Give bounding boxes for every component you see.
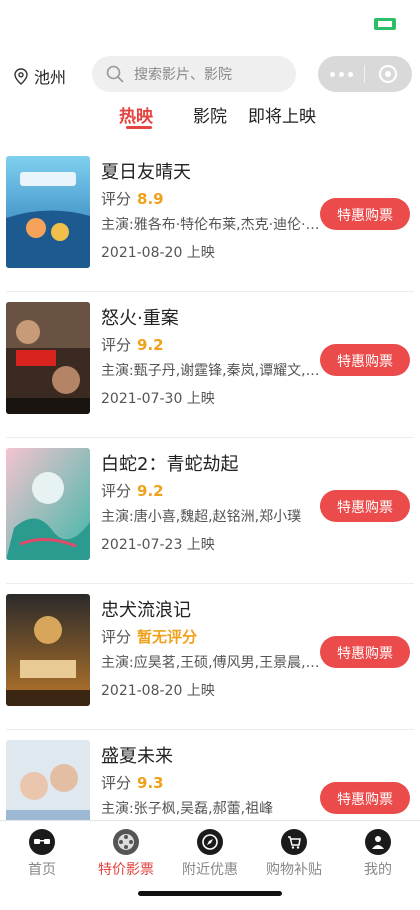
header: 池州 搜索影片、影院 <box>0 50 420 100</box>
compass-icon <box>197 829 223 855</box>
buy-ticket-button[interactable]: 特惠购票 <box>320 198 410 230</box>
movie-rating: 评分 9.2 <box>101 482 164 500</box>
movie-cast: 主演:应昊茗,王硕,傅风男,王景晨,刘丹 <box>101 655 323 671</box>
movie-poster[interactable] <box>6 302 90 414</box>
close-button[interactable] <box>365 64 411 84</box>
movie-release-date: 2021-07-30 上映 <box>101 391 215 407</box>
rating-score: 9.2 <box>137 482 164 500</box>
close-target-icon <box>379 65 397 83</box>
movie-title[interactable]: 夏日友晴天 <box>101 158 191 184</box>
tabbar-label: 特价影票 <box>98 862 154 878</box>
more-button[interactable] <box>318 71 364 77</box>
rating-score: 9.3 <box>137 774 164 792</box>
search-input[interactable]: 搜索影片、影院 <box>92 56 296 92</box>
movie-rating: 评分 8.9 <box>101 190 164 208</box>
category-tabs: 热映 影院 即将上映 <box>0 100 420 136</box>
location-pin-icon <box>14 67 28 85</box>
tabbar-nearby-deals[interactable]: 附近优惠 <box>168 829 252 879</box>
movie-release-date: 2021-07-23 上映 <box>101 537 215 553</box>
movie-rating: 评分 暂无评分 <box>101 628 198 646</box>
rating-score: 暂无评分 <box>137 628 198 646</box>
tab-coming-soon[interactable]: 即将上映 <box>248 102 316 127</box>
movie-poster[interactable] <box>6 156 90 268</box>
tabbar-mine[interactable]: 我的 <box>336 829 420 879</box>
movie-cast: 主演:甄子丹,谢霆锋,秦岚,谭耀文,吴樾 <box>101 363 323 379</box>
buy-ticket-button[interactable]: 特惠购票 <box>320 782 410 814</box>
movie-cast: 主演:张子枫,吴磊,郝蕾,祖峰 <box>101 801 274 817</box>
movie-cast: 主演:唐小喜,魏超,赵铭洲,郑小璞 <box>101 509 302 525</box>
movie-release-date: 2021-08-20 上映 <box>101 245 215 261</box>
movie-poster[interactable] <box>6 594 90 706</box>
movie-title[interactable]: 盛夏未来 <box>101 742 173 768</box>
bottom-tab-bar: 首页 特价影票 附近优惠 购物补贴 我的 <box>0 820 420 910</box>
movie-poster[interactable] <box>6 448 90 560</box>
movie-cast: 主演:雅各布·特伦布莱,杰克·迪伦·格雷泽 <box>101 217 323 233</box>
film-reel-icon <box>113 829 139 855</box>
location-selector[interactable]: 池州 <box>14 64 66 88</box>
rating-score: 8.9 <box>137 190 164 208</box>
status-bar <box>0 0 420 50</box>
movie-item[interactable]: 怒火·重案 评分 9.2 主演:甄子丹,谢霆锋,秦岚,谭耀文,吴樾 2021-07… <box>0 292 420 438</box>
tab-cinemas[interactable]: 影院 <box>193 102 227 127</box>
tabbar-label: 我的 <box>364 862 392 878</box>
cart-icon <box>281 829 307 855</box>
battery-icon <box>374 18 396 30</box>
tabbar-label: 购物补贴 <box>266 862 322 878</box>
tabbar-shopping-subsidy[interactable]: 购物补贴 <box>252 829 336 879</box>
movie-title[interactable]: 忠犬流浪记 <box>101 596 191 622</box>
movie-item[interactable]: 夏日友晴天 评分 8.9 主演:雅各布·特伦布莱,杰克·迪伦·格雷泽 2021-0… <box>0 146 420 292</box>
tabbar-label: 附近优惠 <box>182 862 238 878</box>
movie-item[interactable]: 忠犬流浪记 评分 暂无评分 主演:应昊茗,王硕,傅风男,王景晨,刘丹 2021-0… <box>0 584 420 730</box>
profile-icon <box>365 829 391 855</box>
movie-list[interactable]: 夏日友晴天 评分 8.9 主演:雅各布·特伦布莱,杰克·迪伦·格雷泽 2021-0… <box>0 146 420 820</box>
buy-ticket-button[interactable]: 特惠购票 <box>320 490 410 522</box>
miniprogram-capsule <box>318 56 412 92</box>
movie-title[interactable]: 白蛇2：青蛇劫起 <box>101 450 238 476</box>
movie-release-date: 2021-08-20 上映 <box>101 683 215 699</box>
search-icon <box>106 65 124 83</box>
buy-ticket-button[interactable]: 特惠购票 <box>320 636 410 668</box>
tabbar-home[interactable]: 首页 <box>0 829 84 879</box>
tabbar-label: 首页 <box>28 862 56 878</box>
movie-poster[interactable] <box>6 740 90 820</box>
movie-rating: 评分 9.2 <box>101 336 164 354</box>
movie-item[interactable]: 盛夏未来 评分 9.3 主演:张子枫,吴磊,郝蕾,祖峰 特惠购票 <box>0 730 420 820</box>
tab-now-showing[interactable]: 热映 <box>119 102 153 127</box>
movie-rating: 评分 9.3 <box>101 774 164 792</box>
city-label: 池州 <box>34 68 67 87</box>
active-tab-indicator <box>126 126 152 129</box>
tabbar-discount-tickets[interactable]: 特价影票 <box>84 829 168 879</box>
home-indicator <box>138 891 282 896</box>
movie-item[interactable]: 白蛇2：青蛇劫起 评分 9.2 主演:唐小喜,魏超,赵铭洲,郑小璞 2021-07… <box>0 438 420 584</box>
buy-ticket-button[interactable]: 特惠购票 <box>320 344 410 376</box>
rating-score: 9.2 <box>137 336 164 354</box>
home-face-icon <box>29 829 55 855</box>
search-placeholder: 搜索影片、影院 <box>134 67 232 83</box>
movie-title[interactable]: 怒火·重案 <box>101 304 179 330</box>
